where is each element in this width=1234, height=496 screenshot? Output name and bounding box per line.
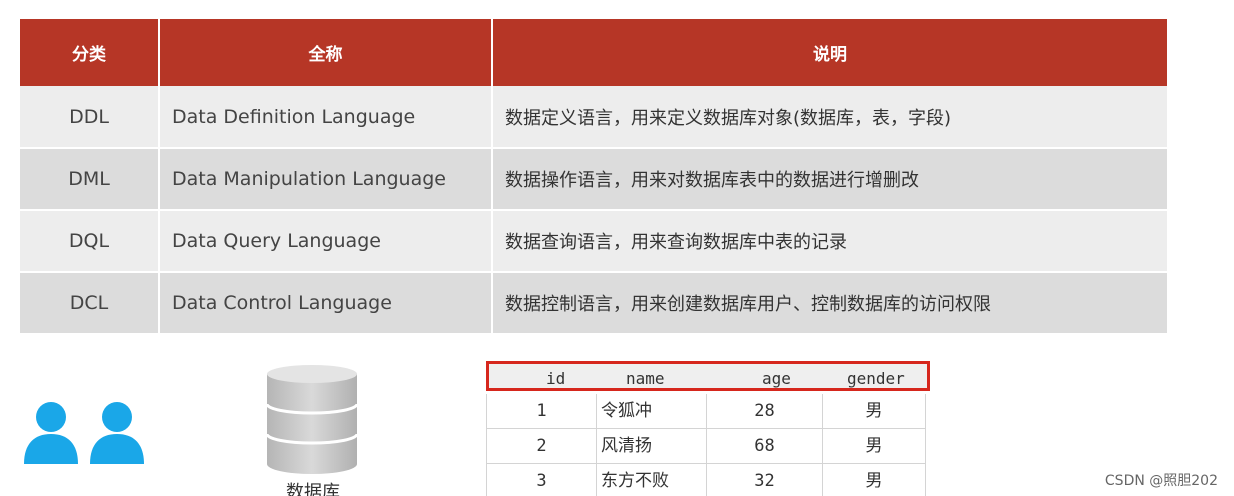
- table-header-row: 分类 全称 说明: [20, 19, 1167, 86]
- header-description: 说明: [492, 19, 1167, 86]
- users-icon: [24, 402, 144, 464]
- row-description: 数据控制语言，用来创建数据库用户、控制数据库的访问权限: [492, 272, 1167, 335]
- cell-id: 3: [486, 464, 596, 496]
- table-row: DDL Data Definition Language 数据定义语言，用来定义…: [20, 86, 1167, 149]
- table-row: DQL Data Query Language 数据查询语言，用来查询数据库中表…: [20, 210, 1167, 273]
- row-description: 数据操作语言，用来对数据库表中的数据进行增删改: [492, 148, 1167, 211]
- database-icon: [266, 365, 358, 474]
- cell-id: 1: [486, 394, 596, 429]
- cell-name: 东方不败: [596, 464, 706, 496]
- header-name: name: [626, 369, 665, 388]
- table-row: 3 东方不败 32 男: [486, 464, 926, 496]
- cell-name: 风清扬: [596, 429, 706, 464]
- database-label: 数据库: [286, 482, 340, 496]
- table-row: DCL Data Control Language 数据控制语言，用来创建数据库…: [20, 272, 1167, 335]
- header-full-name: 全称: [159, 19, 493, 86]
- cell-gender: 男: [822, 394, 926, 429]
- sample-table-body: 1 令狐冲 28 男 2 风清扬 68 男 3 东方不败 32 男: [486, 394, 926, 496]
- row-category: DQL: [20, 210, 160, 273]
- cell-age: 32: [706, 464, 822, 496]
- row-description: 数据查询语言，用来查询数据库中表的记录: [492, 210, 1167, 273]
- table-row: DML Data Manipulation Language 数据操作语言，用来…: [20, 148, 1167, 211]
- row-description: 数据定义语言，用来定义数据库对象(数据库，表，字段): [492, 86, 1167, 149]
- row-category: DDL: [20, 86, 160, 149]
- cell-age: 68: [706, 429, 822, 464]
- row-full-name: Data Manipulation Language: [159, 148, 493, 211]
- table-row: 2 风清扬 68 男: [486, 429, 926, 464]
- cell-gender: 男: [822, 464, 926, 496]
- table-row: 1 令狐冲 28 男: [486, 394, 926, 429]
- cell-id: 2: [486, 429, 596, 464]
- header-id: id: [546, 369, 566, 388]
- row-full-name: Data Control Language: [159, 272, 493, 335]
- csdn-watermark: CSDN @照胆202: [1104, 473, 1218, 489]
- header-category: 分类: [20, 19, 160, 86]
- row-full-name: Data Definition Language: [159, 86, 493, 149]
- cell-gender: 男: [822, 429, 926, 464]
- sample-table-header: id name age gender: [486, 361, 930, 391]
- header-gender: gender: [847, 369, 905, 388]
- header-age: age: [762, 369, 791, 388]
- row-category: DCL: [20, 272, 160, 335]
- row-full-name: Data Query Language: [159, 210, 493, 273]
- cell-age: 28: [706, 394, 822, 429]
- sql-categories-table: 分类 全称 说明 DDL Data Definition Language 数据…: [20, 19, 1167, 335]
- row-category: DML: [20, 148, 160, 211]
- cell-name: 令狐冲: [596, 394, 706, 429]
